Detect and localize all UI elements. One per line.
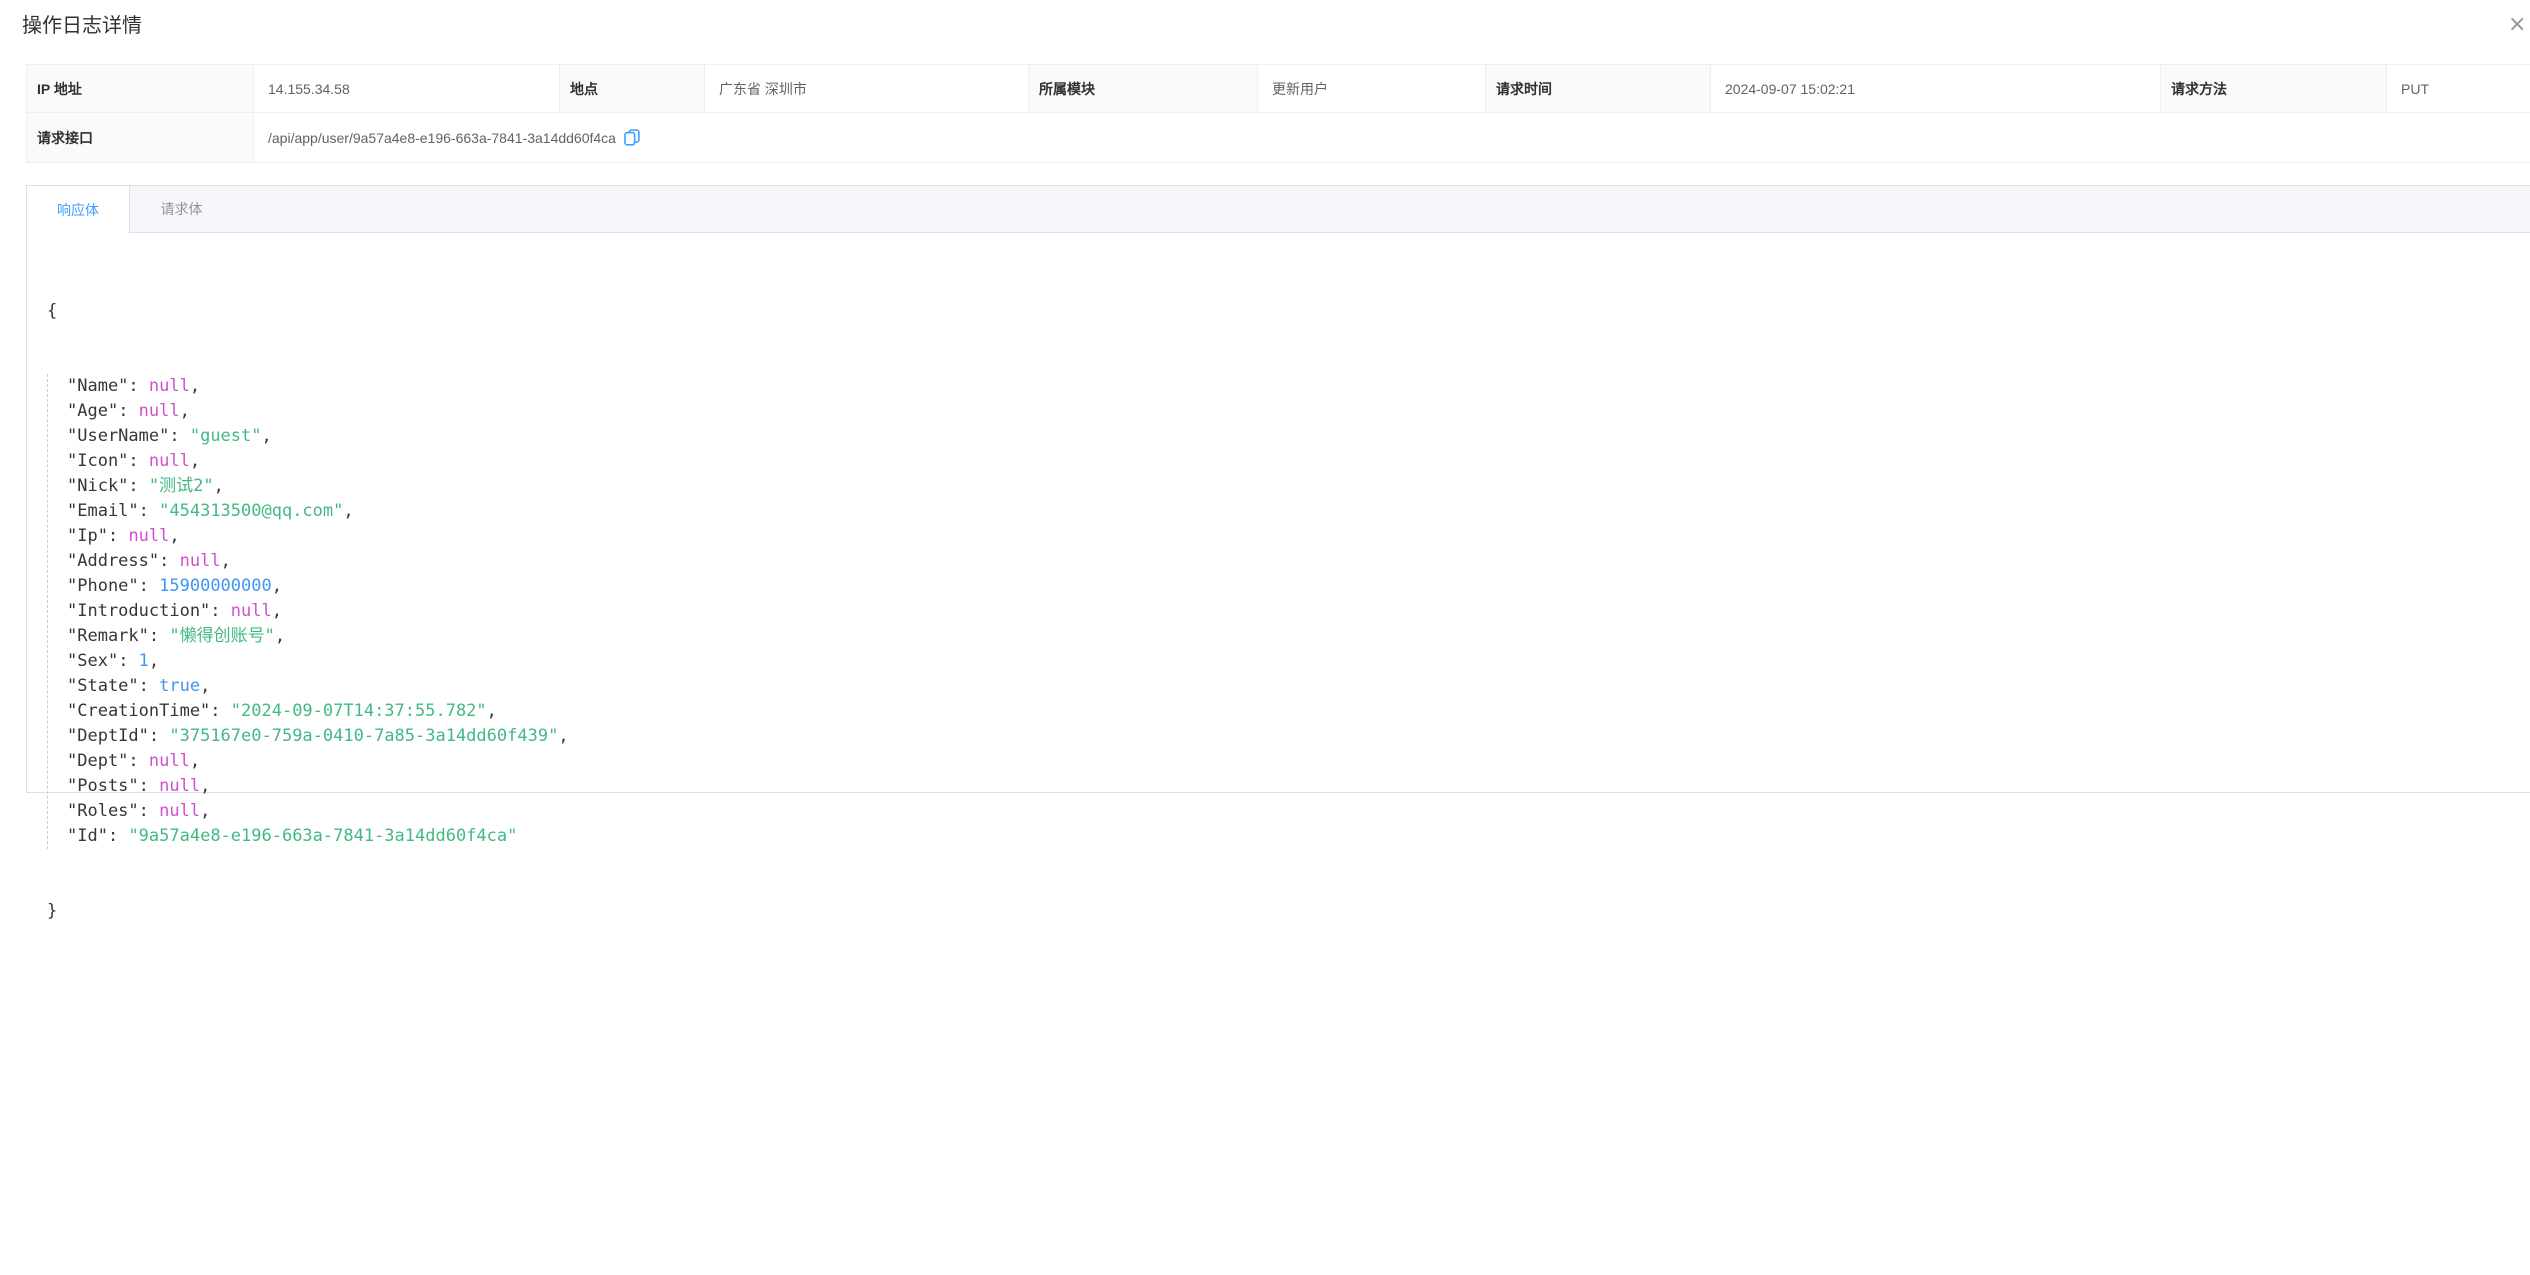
field-label-5: 请求接口 — [27, 113, 254, 163]
copy-icon[interactable] — [624, 129, 640, 146]
field-value-3-text: 2024-09-07 15:02:21 — [1725, 81, 1855, 97]
field-label-0-text: IP 地址 — [37, 79, 82, 99]
field-label-3: 请求时间 — [1486, 65, 1711, 113]
field-label-4-text: 请求方法 — [2171, 79, 2227, 99]
field-value-1-text: 广东省 深圳市 — [719, 79, 807, 99]
log-details-table: IP 地址 14.155.34.58 地点 广东省 深圳市 所属模块 更新用户 请求时间 20… — [26, 64, 2530, 163]
json-code-block: { "Name": null,"Age": null,"UserName": "… — [47, 249, 2510, 974]
json-line-Posts: "Posts": null, — [67, 774, 2510, 799]
close-icon[interactable]: × — [2508, 12, 2526, 38]
json-line-Ip: "Ip": null, — [67, 524, 2510, 549]
json-line-CreationTime: "CreationTime": "2024-09-07T14:37:55.782… — [67, 699, 2510, 724]
json-line-Name: "Name": null, — [67, 374, 2510, 399]
tab-request-body-label: 请求体 — [161, 199, 203, 219]
response-body-panel: { "Name": null,"Age": null,"UserName": "… — [27, 233, 2530, 974]
field-value-4-text: PUT — [2401, 81, 2429, 97]
field-label-5-text: 请求接口 — [37, 128, 93, 148]
details-row-2: 请求接口/api/app/user/9a57a4e8-e196-663a-784… — [27, 113, 2530, 163]
json-line-Email: "Email": "454313500@qq.com", — [67, 499, 2510, 524]
json-close-bracket: } — [47, 899, 2510, 924]
tab-request-body[interactable]: 请求体 — [130, 186, 233, 232]
json-line-UserName: "UserName": "guest", — [67, 424, 2510, 449]
details-row-1: IP 地址 14.155.34.58 地点 广东省 深圳市 所属模块 更新用户 请求时间 20… — [27, 65, 2530, 113]
field-value-2: 更新用户 — [1258, 65, 1486, 113]
field-value-5: /api/app/user/9a57a4e8-e196-663a-7841-3a… — [254, 113, 2530, 163]
field-label-1-text: 地点 — [570, 79, 598, 99]
json-line-Remark: "Remark": "懒得创账号", — [67, 624, 2510, 649]
tab-response-body-label: 响应体 — [57, 200, 99, 220]
json-line-DeptId: "DeptId": "375167e0-759a-0410-7a85-3a14d… — [67, 724, 2510, 749]
field-label-0: IP 地址 — [27, 65, 254, 113]
tab-response-body[interactable]: 响应体 — [27, 186, 130, 234]
field-label-2-text: 所属模块 — [1039, 79, 1095, 99]
json-line-Id: "Id": "9a57a4e8-e196-663a-7841-3a14dd60f… — [67, 824, 2510, 849]
tab-bar: 响应体 请求体 — [27, 186, 2530, 233]
field-value-2-text: 更新用户 — [1272, 79, 1328, 99]
json-line-Phone: "Phone": 15900000000, — [67, 574, 2510, 599]
json-open-bracket: { — [47, 299, 2510, 324]
field-value-1: 广东省 深圳市 — [705, 65, 1029, 113]
field-value-0-text: 14.155.34.58 — [268, 81, 350, 97]
field-label-2: 所属模块 — [1029, 65, 1258, 113]
field-value-5-text: /api/app/user/9a57a4e8-e196-663a-7841-3a… — [268, 130, 616, 146]
json-entries: "Name": null,"Age": null,"UserName": "gu… — [47, 374, 2510, 849]
json-line-Icon: "Icon": null, — [67, 449, 2510, 474]
page-title: 操作日志详情 — [22, 12, 142, 40]
json-line-State: "State": true, — [67, 674, 2510, 699]
json-line-Sex: "Sex": 1, — [67, 649, 2510, 674]
json-line-Dept: "Dept": null, — [67, 749, 2510, 774]
field-value-4: PUT — [2387, 65, 2530, 113]
json-line-Introduction: "Introduction": null, — [67, 599, 2510, 624]
body-tabs-card: 响应体 请求体 { "Name": null,"Age": null,"UserN… — [26, 185, 2530, 793]
json-line-Roles: "Roles": null, — [67, 799, 2510, 824]
field-value-3: 2024-09-07 15:02:21 — [1711, 65, 2161, 113]
json-line-Nick: "Nick": "测试2", — [67, 474, 2510, 499]
json-line-Age: "Age": null, — [67, 399, 2510, 424]
field-label-4: 请求方法 — [2161, 65, 2387, 113]
json-line-Address: "Address": null, — [67, 549, 2510, 574]
field-value-0: 14.155.34.58 — [254, 65, 560, 113]
field-label-3-text: 请求时间 — [1496, 79, 1552, 99]
field-label-1: 地点 — [560, 65, 705, 113]
